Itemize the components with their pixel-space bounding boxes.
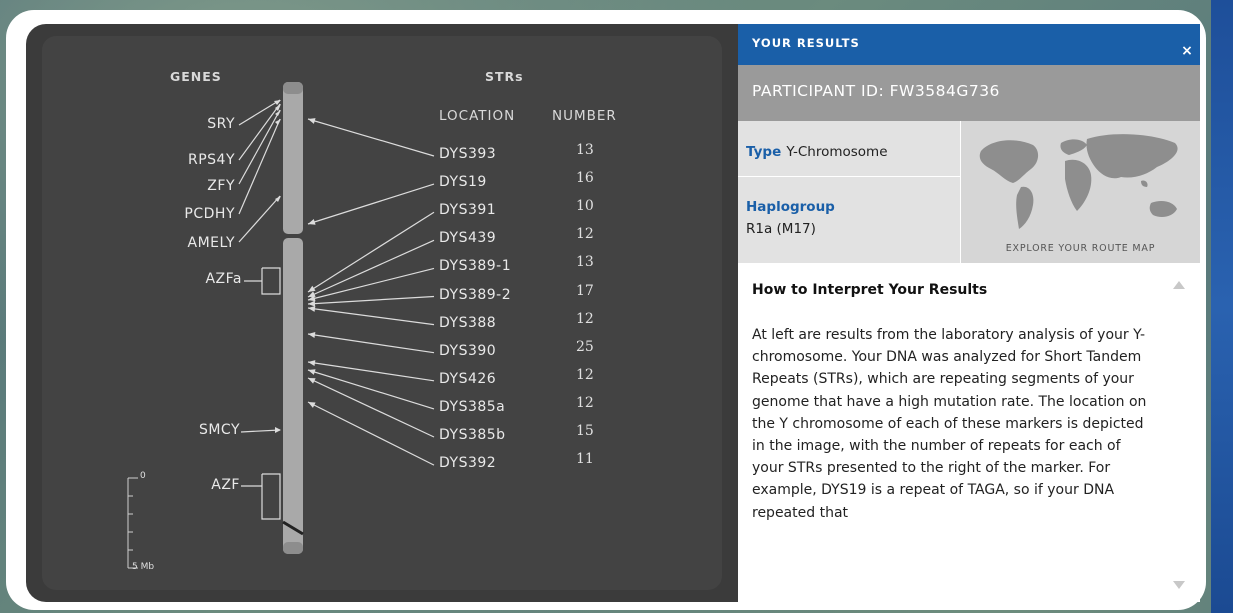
str-number: 12	[576, 366, 594, 383]
str-number: 13	[576, 254, 594, 271]
gene-region-label: AZF	[211, 477, 240, 493]
str-location: DYS389-1	[439, 258, 512, 275]
str-location: DYS439	[439, 230, 497, 247]
interpret-body: At left are results from the laboratory …	[752, 327, 1147, 521]
str-number: 11	[576, 451, 594, 468]
participant-bar: PARTICIPANT ID: FW3584G736	[738, 65, 1200, 121]
close-icon: ×	[1181, 43, 1193, 59]
scale-bottom-label: 5 Mb	[132, 562, 155, 572]
gene-label: ZFY	[207, 178, 235, 194]
chart-inner-bg	[42, 36, 722, 590]
results-header-bar: YOUR RESULTS	[738, 24, 1200, 65]
close-button[interactable]: ×	[1174, 38, 1200, 65]
type-value: Y-Chromosome	[786, 144, 888, 160]
results-title: YOUR RESULTS	[752, 36, 860, 50]
gene-label: PCDHY	[184, 206, 235, 222]
str-number: 15	[576, 423, 594, 439]
haplogroup-cell: Haplogroup R1a (M17)	[738, 177, 960, 263]
haplogroup-value: R1a (M17)	[746, 221, 816, 237]
str-number: 10	[576, 198, 594, 215]
number-header: NUMBER	[552, 108, 617, 124]
gene-label: SMCY	[198, 422, 240, 438]
strs-header: STRs	[485, 69, 524, 84]
type-key: Type	[746, 144, 782, 160]
str-number: 12	[576, 310, 594, 327]
str-location: DYS388	[439, 314, 497, 331]
str-location: DYS390	[439, 342, 497, 359]
str-location: DYS393	[439, 146, 497, 162]
gene-label: SRY	[207, 116, 235, 132]
chromosome-upper-arm	[283, 82, 303, 234]
scroll-up-icon[interactable]	[1172, 280, 1186, 290]
str-location: DYS426	[439, 370, 497, 387]
str-location: DYS385b	[439, 427, 506, 443]
str-location: DYS392	[439, 455, 497, 472]
str-location: DYS389-2	[439, 286, 512, 303]
genes-header: GENES	[170, 69, 222, 84]
str-number: 12	[576, 226, 594, 243]
chromosome-diagram	[42, 36, 722, 590]
chromosome-chart: GENES STRs LOCATION NUMBER SRY RPS4Y ZFY…	[26, 24, 738, 602]
route-map-link[interactable]: EXPLORE YOUR ROUTE MAP	[961, 121, 1200, 263]
results-panel: GENES STRs LOCATION NUMBER SRY RPS4Y ZFY…	[6, 10, 1206, 610]
str-number: 25	[576, 338, 594, 355]
gene-label: RPS4Y	[187, 152, 235, 168]
gene-label: AMELY	[187, 235, 235, 251]
type-cell: Type Y-Chromosome	[738, 121, 960, 177]
location-header: LOCATION	[439, 108, 516, 124]
scale-top-label: 0	[140, 471, 146, 481]
scroll-down-icon[interactable]	[1172, 580, 1186, 590]
interpret-heading: How to Interpret Your Results	[752, 282, 988, 298]
haplogroup-key: Haplogroup	[746, 199, 835, 215]
participant-id: PARTICIPANT ID: FW3584G736	[752, 82, 1000, 100]
str-number: 13	[576, 142, 594, 158]
str-number: 16	[576, 170, 594, 187]
gene-region-label: AZFa	[205, 271, 242, 287]
str-number: 12	[576, 394, 594, 411]
str-location: DYS19	[439, 174, 487, 191]
str-number: 17	[576, 282, 594, 299]
str-location: DYS385a	[439, 398, 506, 415]
results-sidebar: YOUR RESULTS PARTICIPANT ID: FW3584G736 …	[738, 24, 1200, 602]
window-edge	[1211, 0, 1233, 613]
route-map-caption: EXPLORE YOUR ROUTE MAP	[1005, 243, 1156, 254]
world-map-icon	[979, 134, 1178, 229]
str-location: DYS391	[439, 202, 497, 219]
chromosome-lower-arm	[283, 238, 303, 554]
